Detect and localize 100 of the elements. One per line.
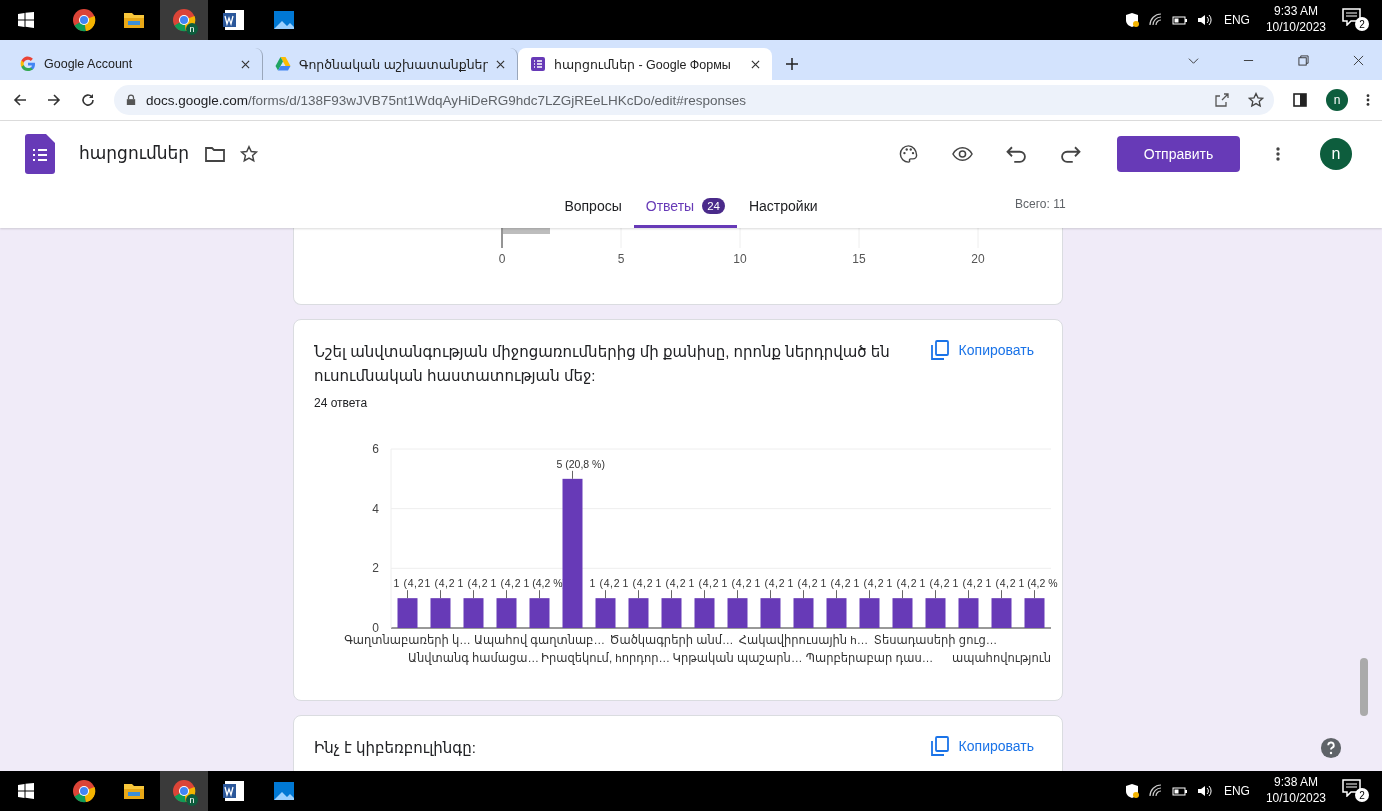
redo-icon[interactable] xyxy=(1060,144,1081,163)
address-bar[interactable]: docs.google.com/forms/d/138F93wJVB75nt1WdqAyHiDeRG9hdc7LZGjREeLHKcDo/edit#responses xyxy=(114,85,1274,115)
data-label: 1 (4,2 xyxy=(688,577,719,590)
restore-icon[interactable] xyxy=(1298,55,1309,66)
chart-bar xyxy=(496,598,517,628)
profile-badge: n xyxy=(186,794,198,806)
clock[interactable]: 9:38 AM 10/10/2023 xyxy=(1265,775,1326,807)
close-icon[interactable] xyxy=(241,59,250,69)
start-icon[interactable] xyxy=(18,12,34,28)
shield-icon[interactable] xyxy=(1123,783,1140,799)
notification-count: 2 xyxy=(1355,788,1369,802)
undo-icon[interactable] xyxy=(1006,144,1027,163)
folder-icon[interactable] xyxy=(205,144,226,163)
category-label: Պարբերաբար դաս… xyxy=(805,652,934,664)
more-icon[interactable] xyxy=(1366,93,1370,107)
clock[interactable]: 9:33 AM 10/10/2023 xyxy=(1265,4,1326,36)
axis-tick-label: 0 xyxy=(498,252,506,266)
chart-bar xyxy=(430,598,451,628)
shield-icon[interactable] xyxy=(1123,12,1140,28)
axis-tick-label: 20 xyxy=(971,252,985,266)
data-label: 1 (4,2 % xyxy=(1018,577,1058,590)
reload-icon[interactable] xyxy=(80,92,96,108)
form-tab[interactable]: Настройки xyxy=(736,186,830,228)
browser-icon xyxy=(72,779,96,803)
category-label: Ապահով գաղտնաբ… xyxy=(474,634,605,646)
back-icon[interactable] xyxy=(12,92,28,108)
forms-logo-icon[interactable] xyxy=(25,133,55,174)
data-label: 1 (4,2 xyxy=(886,577,917,590)
share-icon[interactable] xyxy=(1214,92,1230,108)
copy-button[interactable]: Копировать xyxy=(930,736,1034,756)
category-label: ապահովություն xyxy=(952,652,1051,664)
category-label: Ծածկագրերի անմ… xyxy=(609,634,734,646)
total-count: Всего: 11 xyxy=(1015,197,1066,211)
language-indicator[interactable]: ENG xyxy=(1223,784,1250,798)
chart-bar xyxy=(793,598,814,628)
lock-icon[interactable] xyxy=(126,94,136,106)
clock-time: 9:38 AM xyxy=(1273,775,1318,791)
chart-bar xyxy=(1024,598,1045,628)
category-label: Գաղտնաբառերի կ… xyxy=(344,634,471,646)
clock-date: 10/10/2023 xyxy=(1265,791,1326,807)
side-panel-icon[interactable] xyxy=(1292,92,1308,108)
axis-tick-label: 15 xyxy=(852,252,866,266)
chart-bar xyxy=(397,598,418,628)
chart-bar xyxy=(859,598,880,628)
data-label: 1 (4,2 xyxy=(985,577,1016,590)
data-label: 1 (4,2 xyxy=(393,577,424,590)
axis-tick-label: 5 xyxy=(617,252,625,266)
chart-bar xyxy=(892,598,913,628)
account-avatar[interactable]: n xyxy=(1320,137,1352,170)
chevron-down-icon[interactable] xyxy=(1188,55,1199,66)
photos-icon xyxy=(272,779,296,803)
wifi-icon[interactable] xyxy=(1147,783,1164,799)
data-label: 1 (4,2 xyxy=(853,577,884,590)
close-icon[interactable] xyxy=(751,59,760,69)
more-icon[interactable] xyxy=(1276,145,1280,162)
speaker-icon[interactable] xyxy=(1195,783,1212,799)
close-icon[interactable] xyxy=(1353,55,1364,66)
category-label: Իրազեկում, hորդոր… xyxy=(541,652,670,664)
profile-badge: n xyxy=(186,23,198,35)
profile-avatar[interactable]: n xyxy=(1326,89,1348,111)
question-text: Ինչ է կիբեռբուլինգը: xyxy=(314,738,477,758)
tab-label: Ответы xyxy=(645,197,695,214)
taskbar-app[interactable]: n xyxy=(160,771,208,811)
new-tab-icon[interactable] xyxy=(786,58,798,70)
form-title[interactable]: հարցումներ xyxy=(79,143,190,164)
category-label: Հակավիրուսային h… xyxy=(738,634,869,646)
question-text: Նշել անվտանգության միջոցառումներից մի քանիսը, որոնք ներդրված են ուսումնական հաստատության մեջ: xyxy=(314,342,891,386)
tab-label: Вопросы xyxy=(564,197,622,214)
chart-bar xyxy=(826,598,847,628)
eye-icon[interactable] xyxy=(952,144,973,163)
chart-bar xyxy=(760,598,781,628)
speaker-icon[interactable] xyxy=(1195,12,1212,28)
form-tab[interactable]: Вопросы xyxy=(552,186,634,228)
wifi-icon[interactable] xyxy=(1147,12,1164,28)
help-icon[interactable] xyxy=(1320,737,1342,759)
chart-bar xyxy=(595,598,616,628)
copy-button[interactable]: Копировать xyxy=(930,340,1034,360)
bar-drawing xyxy=(503,228,550,234)
response-count: 24 ответа xyxy=(313,395,369,410)
scrollbar-thumb[interactable] xyxy=(1360,658,1368,716)
copy-icon xyxy=(930,736,949,756)
language-indicator[interactable]: ENG xyxy=(1223,13,1250,27)
star-icon[interactable] xyxy=(1248,92,1264,108)
close-icon[interactable] xyxy=(496,59,505,69)
browser-icon xyxy=(72,8,96,32)
palette-icon[interactable] xyxy=(898,144,919,163)
start-icon[interactable] xyxy=(18,783,34,799)
data-label: 1 (4,2 xyxy=(622,577,653,590)
star-icon[interactable] xyxy=(239,144,260,163)
taskbar-app[interactable]: n xyxy=(160,0,208,40)
copy-icon xyxy=(930,340,949,360)
data-label: 1 (4,2 xyxy=(457,577,488,590)
tab-title: Google Account xyxy=(44,57,134,71)
tab-label: Настройки xyxy=(748,197,818,214)
forward-icon[interactable] xyxy=(46,92,62,108)
send-button[interactable]: Отправить xyxy=(1117,135,1240,172)
data-label: 1 (4,2 xyxy=(787,577,818,590)
browser-tab[interactable]: հարցումներ - Google Формы xyxy=(518,48,772,80)
browser-tab[interactable]: Google Account xyxy=(8,48,263,80)
chart-bar xyxy=(661,598,682,628)
